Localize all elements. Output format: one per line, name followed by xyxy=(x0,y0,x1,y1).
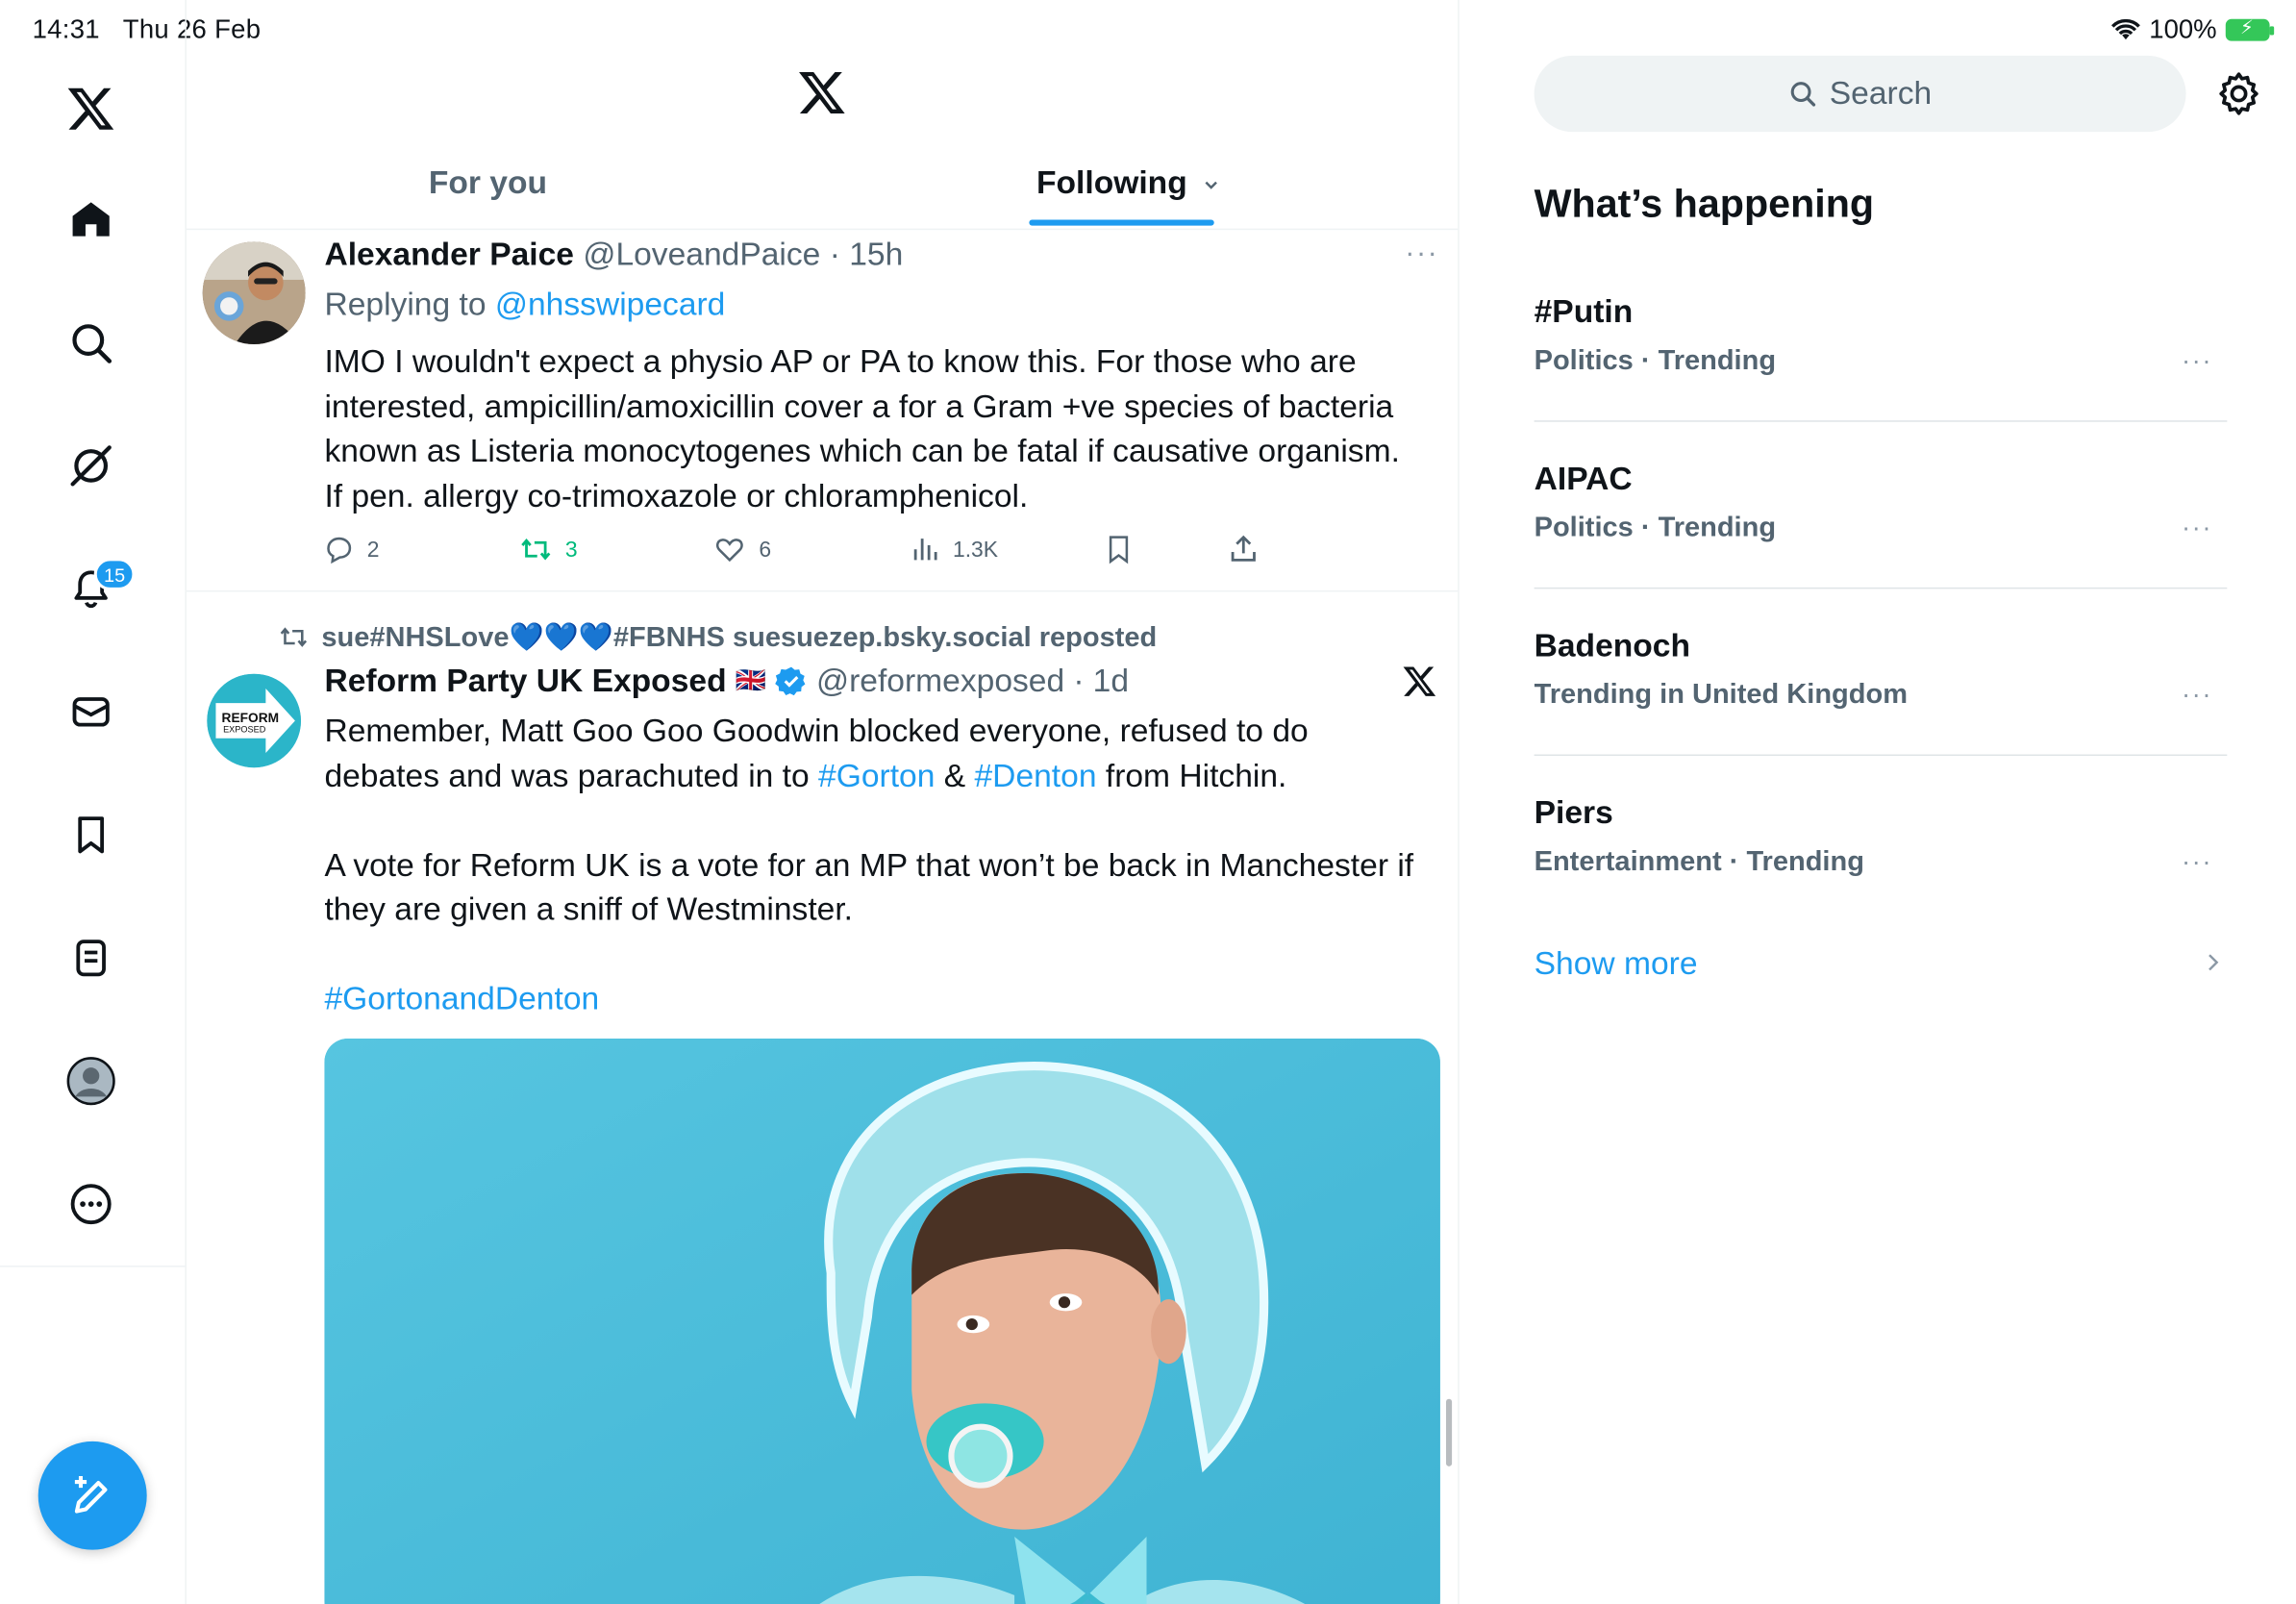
compose-button[interactable] xyxy=(37,1441,147,1550)
more-options-icon[interactable]: ··· xyxy=(2182,680,2212,711)
tab-following[interactable]: Following xyxy=(1036,164,1220,203)
trend-divider xyxy=(1534,587,2228,589)
show-more-link[interactable]: Show more xyxy=(1535,945,1698,984)
author-name[interactable]: Alexander Paice xyxy=(324,236,574,272)
avatar[interactable]: REFORM EXPOSED xyxy=(207,673,302,768)
avatar[interactable] xyxy=(202,241,306,344)
trend-meta: Politics · Trending xyxy=(1534,345,1777,377)
hashtag-link[interactable]: #Gorton xyxy=(818,757,935,793)
x-source-icon[interactable] xyxy=(1402,664,1437,706)
avatar-logo-text: REFORM xyxy=(222,711,280,725)
trend-item[interactable]: #Putin Politics · Trending ··· xyxy=(1535,293,2228,461)
more-circle-icon[interactable] xyxy=(56,1169,126,1240)
more-options-icon[interactable]: ··· xyxy=(2182,513,2212,543)
replying-to: Replying to @nhsswipecard xyxy=(324,286,726,323)
repost-icon xyxy=(280,627,308,647)
tweet-text: Remember, Matt Goo Goo Goodwin blocked e… xyxy=(324,709,1413,1021)
trend-divider xyxy=(1534,420,2228,422)
tweet-header: Reform Party UK Exposed 🇬🇧 @reformexpose… xyxy=(324,662,1130,701)
mail-icon[interactable] xyxy=(56,677,126,747)
trend-name: Piers xyxy=(1534,793,1613,831)
trend-item[interactable]: Badenoch Trending in United Kingdom ··· xyxy=(1535,627,2228,794)
active-tab-indicator xyxy=(1029,219,1214,226)
share-button[interactable] xyxy=(1227,533,1260,565)
profile-avatar-icon[interactable] xyxy=(56,1046,126,1116)
verified-badge-icon xyxy=(775,666,806,696)
hashtag-link[interactable]: #GortonandDenton xyxy=(324,977,1413,1021)
repost-icon xyxy=(521,539,551,561)
tweet-text: IMO I wouldn't expect a physio AP or PA … xyxy=(324,342,1400,514)
repost-context[interactable]: sue#NHSLove💙💙💙#FBNHS suesuezep.bsky.soci… xyxy=(278,619,1157,655)
tweet-header: Alexander Paice @LoveandPaice · 15h xyxy=(324,236,904,273)
heart-icon xyxy=(715,539,743,563)
settings-gear-icon[interactable] xyxy=(2215,70,2262,124)
timeline-scrollbar[interactable] xyxy=(1445,1398,1453,1466)
chevron-right-icon xyxy=(2204,952,2221,980)
trend-meta: Trending in United Kingdom xyxy=(1534,679,1909,711)
trend-item[interactable]: AIPAC Politics · Trending ··· xyxy=(1535,460,2228,627)
battery-percent: 100% xyxy=(2149,14,2217,44)
more-options-icon[interactable]: ··· xyxy=(1405,238,1438,271)
reply-target-link[interactable]: @nhsswipecard xyxy=(495,286,726,322)
search-input[interactable]: Search xyxy=(1534,55,2186,133)
author-name[interactable]: Reform Party UK Exposed xyxy=(324,663,726,701)
battery-icon: ⚡ xyxy=(2225,16,2275,41)
reply-button[interactable]: 2 xyxy=(323,533,379,565)
x-logo-icon[interactable] xyxy=(56,73,126,143)
more-options-icon[interactable]: ··· xyxy=(2182,846,2212,877)
reply-icon xyxy=(327,537,352,564)
repost-button[interactable]: 3 xyxy=(518,533,578,565)
tweet-divider xyxy=(186,589,1459,592)
trend-meta: Politics · Trending xyxy=(1534,513,1777,544)
chevron-down-icon xyxy=(1205,181,1217,189)
avatar-logo-text: EXPOSED xyxy=(223,725,266,735)
trends-heading: What’s happening xyxy=(1534,181,1875,226)
trend-item[interactable]: Piers Entertainment · Trending ··· xyxy=(1535,794,2228,962)
flag-emoji: 🇬🇧 xyxy=(735,666,767,695)
author-handle[interactable]: @reformexposed xyxy=(816,663,1064,701)
wifi-icon xyxy=(2110,18,2140,40)
views-button[interactable]: 1.3K xyxy=(909,533,998,565)
tweet-time[interactable]: 1d xyxy=(1093,663,1129,701)
tweet-actions: 2 3 6 1.3K xyxy=(323,533,1321,571)
bookmark-tweet-button[interactable] xyxy=(1103,533,1136,565)
bookmark-icon xyxy=(1109,536,1129,564)
status-bar-indicators: 100% ⚡ xyxy=(2110,14,2275,45)
author-handle[interactable]: @LoveandPaice xyxy=(583,236,820,272)
search-icon[interactable] xyxy=(56,308,126,378)
like-button[interactable]: 6 xyxy=(712,533,771,565)
x-header-logo-icon xyxy=(797,67,847,124)
compose-icon xyxy=(74,1475,108,1514)
tab-for-you[interactable]: For you xyxy=(429,164,547,203)
nav-divider xyxy=(0,1266,186,1267)
analytics-icon xyxy=(913,539,937,561)
tweet-image[interactable] xyxy=(324,1039,1440,1604)
timeline-tabs: For you Following xyxy=(186,146,1459,231)
trend-name: Badenoch xyxy=(1534,626,1691,664)
hashtag-link[interactable]: #Denton xyxy=(975,757,1097,793)
list-icon[interactable] xyxy=(56,923,126,993)
tweet-time[interactable]: 15h xyxy=(849,236,903,272)
home-icon[interactable] xyxy=(56,185,126,255)
search-icon xyxy=(1790,82,1816,107)
notifications-badge: 15 xyxy=(93,558,136,590)
trend-name: #Putin xyxy=(1534,292,1634,330)
grok-icon[interactable] xyxy=(56,431,126,501)
trend-divider xyxy=(1534,754,2228,757)
share-icon xyxy=(1231,535,1256,562)
trend-name: AIPAC xyxy=(1534,460,1633,497)
trend-meta: Entertainment · Trending xyxy=(1534,846,1864,878)
more-options-icon[interactable]: ··· xyxy=(2182,345,2212,376)
bookmark-icon[interactable] xyxy=(56,800,126,870)
